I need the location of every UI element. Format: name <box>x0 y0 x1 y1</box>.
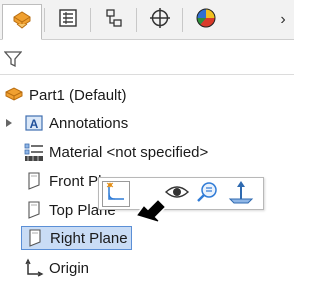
normal-to-icon <box>228 179 254 209</box>
manager-tab-bar: › <box>0 0 294 40</box>
tree-root-label: Part1 (Default) <box>29 86 127 104</box>
tree-item-annotations[interactable]: A Annotations <box>24 112 128 134</box>
property-manager-tab[interactable] <box>48 4 88 36</box>
feature-manager-panel: › Part1 (Default) A Annotations Material… <box>0 0 294 283</box>
tree-item-material[interactable]: Material <not specified> <box>24 141 208 163</box>
display-manager-icon <box>195 7 217 33</box>
sketch-icon <box>105 181 127 207</box>
configuration-manager-tab[interactable] <box>94 4 134 36</box>
tree-item-label: Annotations <box>49 114 129 132</box>
feature-manager-tab[interactable] <box>2 4 42 40</box>
mouse-cursor-icon <box>134 198 167 223</box>
configuration-manager-icon <box>104 8 124 32</box>
context-toolbar <box>98 177 264 210</box>
tree-item-label: Origin <box>49 259 90 277</box>
material-icon <box>24 142 44 162</box>
part-feature-icon <box>11 9 33 35</box>
plane-icon <box>25 228 45 248</box>
crosshair-icon <box>149 7 171 33</box>
plane-icon <box>24 200 44 220</box>
filter-row <box>0 41 294 75</box>
plane-icon <box>24 171 44 191</box>
tree-item-label: Material <not specified> <box>49 143 209 161</box>
part-icon <box>4 85 24 105</box>
zoom-icon <box>195 180 219 208</box>
tree-item-right-plane[interactable]: Right Plane <box>21 226 132 250</box>
filter-icon[interactable] <box>3 50 23 68</box>
svg-text:A: A <box>30 117 39 131</box>
expand-caret-icon[interactable] <box>5 118 13 128</box>
zoom-to-selection-button[interactable] <box>193 181 221 207</box>
normal-to-button[interactable] <box>227 181 255 207</box>
display-manager-tab[interactable] <box>186 4 226 36</box>
annotations-icon: A <box>24 113 44 133</box>
tree-root-part[interactable]: Part1 (Default) <box>4 84 127 106</box>
origin-icon <box>24 258 44 278</box>
more-tabs-chevron-icon[interactable]: › <box>274 4 292 36</box>
dimxpert-manager-tab[interactable] <box>140 4 180 36</box>
selection-highlight: Right Plane <box>21 226 132 250</box>
property-manager-icon <box>58 8 78 32</box>
tree-item-origin[interactable]: Origin <box>24 257 89 279</box>
sketch-button[interactable] <box>102 181 130 207</box>
tree-item-label: Right Plane <box>50 229 128 247</box>
